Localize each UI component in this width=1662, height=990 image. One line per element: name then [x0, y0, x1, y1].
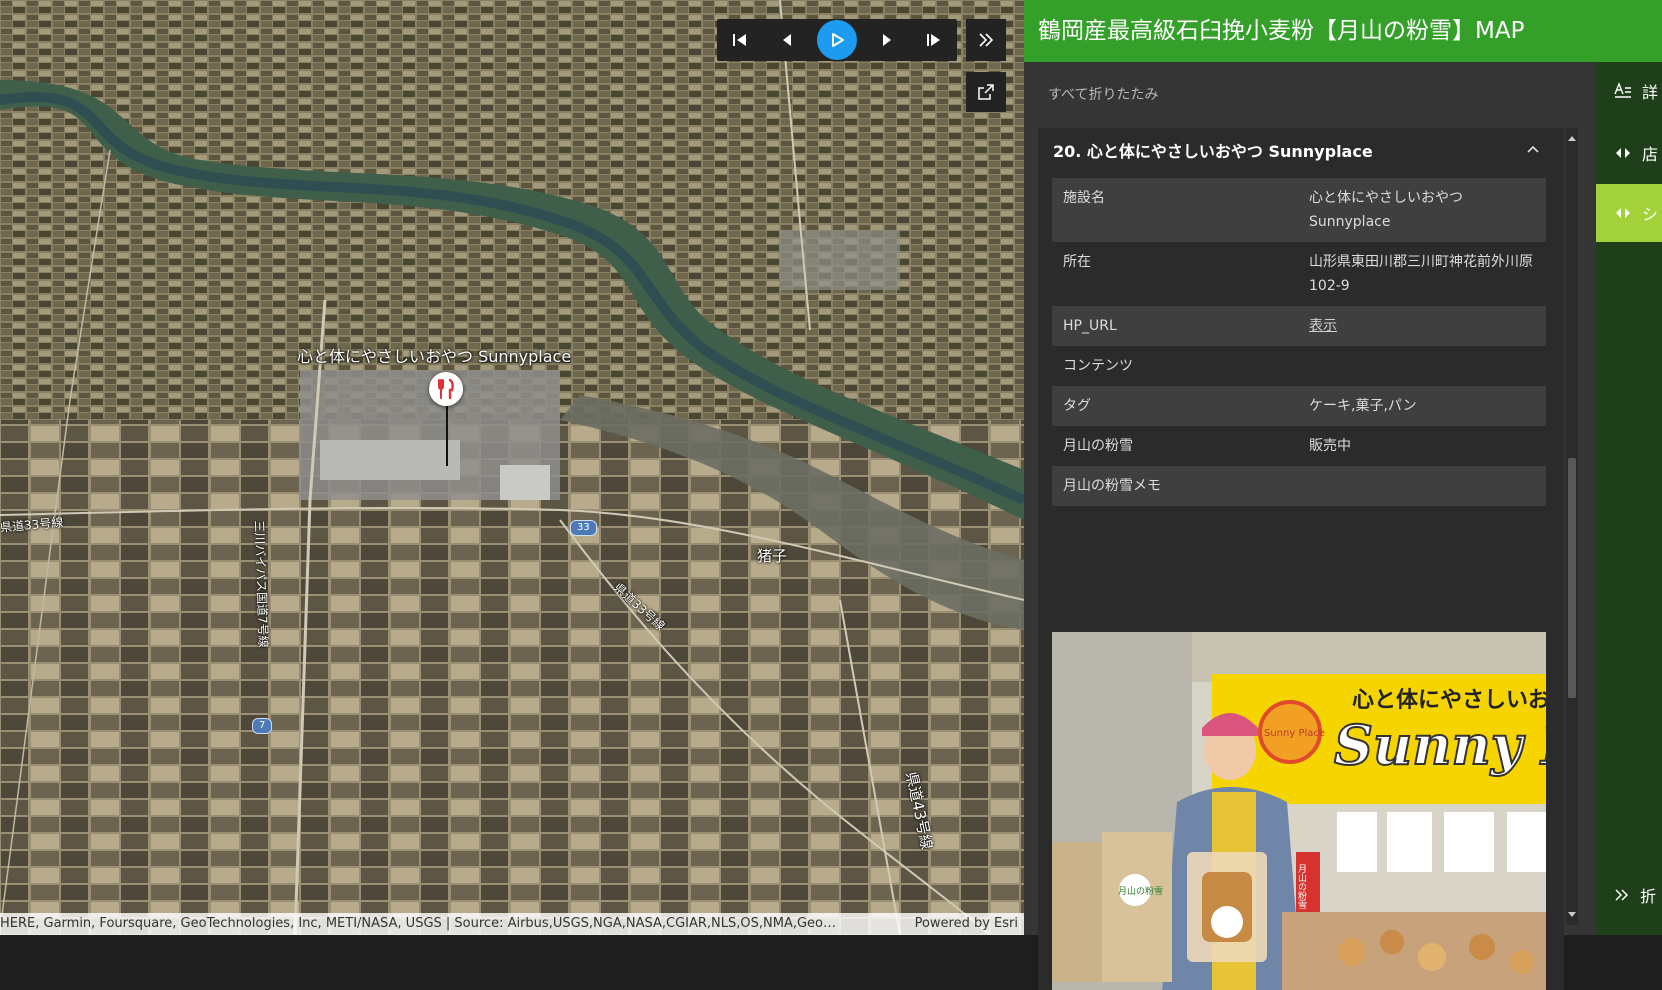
code-arrows-icon [1616, 208, 1630, 218]
play-icon [831, 33, 844, 47]
attribution-text: HERE, Garmin, Foursquare, GeoTechnologie… [0, 916, 837, 931]
nav-item-details[interactable]: 詳 [1596, 62, 1662, 120]
attr-key: タグ [1052, 386, 1298, 426]
attr-value [1298, 346, 1546, 386]
scroll-down-button[interactable] [1566, 907, 1578, 923]
attr-value: 表示 [1298, 306, 1546, 346]
app-title: 鶴岡産最高級石臼挽小麦粉【月山の粉雪】MAP [1024, 0, 1662, 62]
table-row: コンテンツ [1052, 346, 1546, 386]
table-row: 月山の粉雪 販売中 [1052, 426, 1546, 466]
attr-key: 月山の粉雪メモ [1052, 466, 1298, 506]
caret-right-icon [882, 34, 891, 46]
table-row: 所在 山形県東田川郡三川町神花前外川原102-9 [1052, 242, 1546, 306]
table-row: HP_URL 表示 [1052, 306, 1546, 346]
attr-key: コンテンツ [1063, 358, 1133, 374]
town-label: 猪子 [757, 547, 788, 565]
first-slide-button[interactable] [723, 23, 757, 57]
attr-value: 販売中 [1309, 438, 1351, 454]
attribute-table: 施設名 心と体にやさしいおやつ Sunnyplace 所在 山形県東田川郡三川町… [1052, 178, 1546, 506]
table-row: タグ ケーキ,菓子,パン [1052, 386, 1546, 426]
nav-item-active[interactable]: シ [1596, 184, 1662, 242]
triangle-down-icon [1568, 912, 1576, 917]
last-slide-button[interactable] [917, 23, 951, 57]
share-icon [978, 84, 994, 100]
sign-badge: Sunny Place [1264, 728, 1325, 739]
map-attribution: HERE, Garmin, Foursquare, GeoTechnologie… [0, 913, 1024, 935]
skip-back-icon [733, 34, 747, 46]
table-row: 施設名 心と体にやさしいおやつ Sunnyplace [1052, 178, 1546, 242]
map-view[interactable]: 心と体にやさしいおやつ Sunnyplace 猪子 県道33号線 三川バイパス国… [0, 0, 1024, 935]
nav-item-label: シ [1642, 205, 1659, 224]
store-photo-illustration: 心と体にやさしいお Sunny Pl Sunny Place 月山の粉雪 [1052, 632, 1546, 990]
skip-forward-icon [926, 34, 940, 46]
chevron-up-icon[interactable] [1526, 144, 1540, 154]
hp-url-link[interactable]: 表示 [1309, 318, 1337, 334]
attr-key: HP_URL [1052, 306, 1298, 346]
section-nav: 詳 店 シ 折 [1596, 62, 1662, 935]
next-slide-button[interactable] [870, 23, 904, 57]
share-button[interactable] [966, 72, 1006, 112]
side-panel: すべて折りたたみ 20. 心と体にやさしいおやつ Sunnyplace 施設名 … [1024, 62, 1596, 990]
nav-item-label: 店 [1642, 145, 1659, 164]
attr-key: 月山の粉雪 [1063, 438, 1133, 454]
poi-pin-stem [446, 404, 448, 466]
tour-playback-bar [717, 19, 957, 61]
play-button[interactable] [816, 20, 857, 60]
poi-label: 心と体にやさしいおやつ Sunnyplace [297, 347, 572, 366]
feature-title[interactable]: 20. 心と体にやさしいおやつ Sunnyplace [1053, 138, 1373, 162]
attr-value [1298, 466, 1546, 506]
nav-item-label: 詳 [1642, 83, 1659, 102]
attr-value: ケーキ,菓子,パン [1298, 386, 1546, 426]
nav-collapse-button[interactable]: 折 [1596, 866, 1662, 924]
sign-text: 心と体にやさしいお [1352, 688, 1546, 713]
text-format-icon [1614, 82, 1631, 98]
table-row: 月山の粉雪メモ [1052, 466, 1546, 506]
caret-left-icon [783, 34, 792, 46]
store-photo[interactable]: 心と体にやさしいお Sunny Pl Sunny Place 月山の粉雪 [1052, 632, 1546, 990]
scroll-up-button[interactable] [1566, 130, 1578, 146]
attr-value: 心と体にやさしいおやつ Sunnyplace [1298, 178, 1546, 242]
collapse-all-link[interactable]: すべて折りたたみ [1048, 84, 1158, 104]
nav-collapse-label: 折 [1640, 887, 1657, 906]
double-chevron-right-icon [1615, 889, 1629, 901]
panel-scrollbar[interactable] [1566, 128, 1578, 925]
route-shield: 7 [252, 718, 273, 734]
route-shield: 33 [570, 520, 597, 536]
flour-bag-label: 月山の粉雪 [1118, 885, 1163, 897]
product-tag-label: 月山の粉雪 [1296, 864, 1307, 910]
scroll-thumb[interactable] [1568, 458, 1576, 698]
previous-slide-button[interactable] [770, 23, 804, 57]
attr-value: 山形県東田川郡三川町神花前外川原102-9 [1309, 254, 1533, 294]
triangle-up-icon [1568, 136, 1576, 141]
double-chevron-right-icon [979, 33, 994, 47]
fork-knife-icon [438, 378, 454, 400]
sign-logo: Sunny Pl [1334, 713, 1546, 777]
expand-playback-button[interactable] [966, 19, 1006, 61]
nav-item-stores[interactable]: 店 [1596, 124, 1662, 182]
attr-key: 所在 [1063, 254, 1091, 270]
attr-key: 施設名 [1052, 178, 1298, 242]
satellite-terrain [0, 0, 1024, 935]
powered-by-esri[interactable]: Powered by Esri [895, 913, 1018, 935]
restaurant-pin[interactable] [429, 372, 463, 406]
feature-card: 20. 心と体にやさしいおやつ Sunnyplace 施設名 心と体にやさしいお… [1038, 128, 1564, 990]
code-arrows-icon [1616, 148, 1630, 158]
